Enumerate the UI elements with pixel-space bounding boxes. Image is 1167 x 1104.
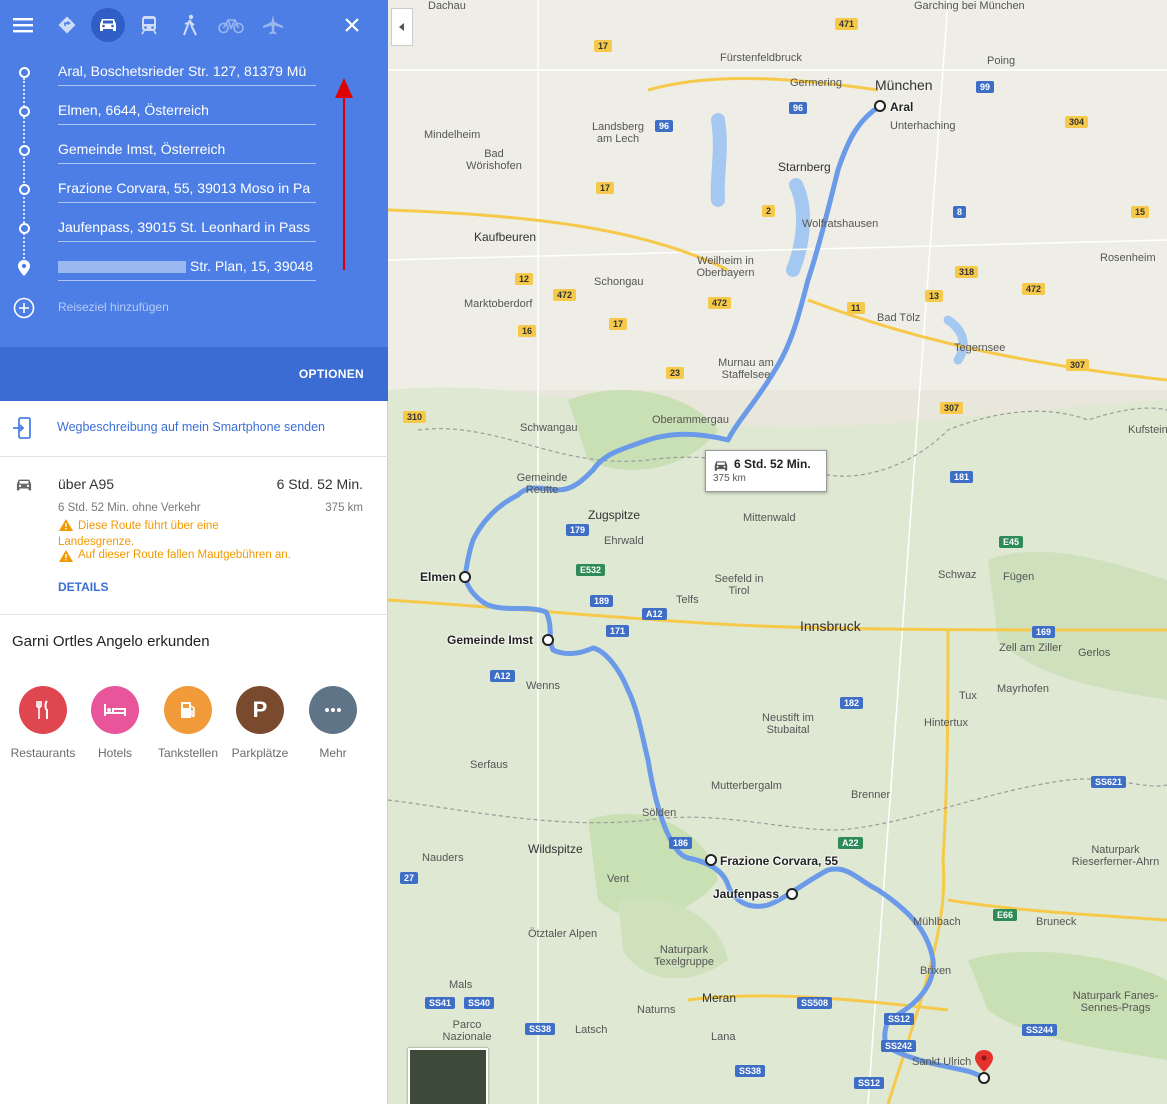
stop-marker (19, 184, 30, 195)
category-restaurants[interactable]: Restaurants (3, 746, 83, 760)
stop-label-imst: Gemeinde Imst (447, 633, 534, 647)
route-stop-marker[interactable] (786, 888, 798, 900)
add-circle-icon[interactable] (13, 297, 35, 319)
menu-icon[interactable] (6, 8, 40, 42)
route-stop-marker[interactable] (705, 854, 717, 866)
stop-label-corvara: Frazione Corvara, 55 (720, 854, 839, 868)
route-no-traffic: 6 Std. 52 Min. ohne Verkehr (58, 502, 201, 514)
route-via[interactable]: über A95 (58, 476, 114, 492)
route-warning-border: Diese Route führt über eine Landesgrenze… (58, 520, 219, 548)
car-icon (16, 479, 32, 491)
travel-mode-bar (0, 0, 388, 50)
transit-icon[interactable] (132, 8, 166, 42)
divider (0, 614, 388, 615)
gas-station-icon[interactable] (164, 686, 212, 734)
hotel-icon[interactable] (91, 686, 139, 734)
stop-input-1[interactable]: Aral, Boschetsrieder Str. 127, 81379 Mü (58, 63, 316, 86)
stop-label-aral: Aral (890, 100, 914, 114)
stop-input-3[interactable]: Gemeinde Imst, Österreich (58, 141, 316, 164)
route-box-duration: 6 Std. 52 Min. (734, 457, 811, 471)
car-icon (714, 461, 728, 471)
stop-label-elmen: Elmen (420, 570, 457, 584)
walking-icon[interactable] (173, 8, 207, 42)
route-info-box[interactable]: 6 Std. 52 Min. 375 km (705, 450, 827, 492)
stop-label-jaufenpass: Jaufenpass (713, 887, 780, 901)
route-duration: 6 Std. 52 Min. (276, 476, 363, 492)
warning-icon (59, 550, 73, 562)
details-link[interactable]: DETAILS (58, 580, 108, 594)
stop-marker (19, 67, 30, 78)
route-stop-marker[interactable] (459, 571, 471, 583)
explore-title: Garni Ortles Angelo erkunden (12, 633, 210, 650)
route-stops-layer (459, 100, 993, 1084)
category-hotels[interactable]: Hotels (75, 746, 155, 760)
destination-pin-icon (18, 260, 30, 276)
parking-icon[interactable]: P (236, 686, 284, 734)
route-box-distance: 375 km (713, 473, 746, 484)
blurred-text (58, 261, 186, 274)
options-bar: OPTIONEN (0, 347, 388, 401)
close-icon[interactable] (335, 8, 369, 42)
directions-panel: Aral, Boschetsrieder Str. 127, 81379 Mü … (0, 0, 388, 1104)
stop-input-5[interactable]: Jaufenpass, 39015 St. Leonhard in Pass (58, 219, 316, 242)
restaurant-icon[interactable] (19, 686, 67, 734)
stop-marker (19, 145, 30, 156)
stop-marker (19, 223, 30, 234)
send-to-phone-link[interactable]: Wegbeschreibung auf mein Smartphone send… (57, 420, 325, 434)
destination-pin-icon[interactable] (975, 1050, 993, 1072)
category-parking[interactable]: Parkplätze (220, 746, 300, 760)
options-button[interactable]: OPTIONEN (299, 367, 364, 381)
category-more[interactable]: Mehr (293, 746, 373, 760)
stop-input-6-text: Str. Plan, 15, 39048 (190, 258, 313, 274)
directions-best-icon[interactable] (50, 8, 84, 42)
bicycle-icon[interactable] (214, 8, 248, 42)
stop-input-2[interactable]: Elmen, 6644, Österreich (58, 102, 316, 125)
route-warning-toll: Auf dieser Route fallen Mautgebühren an. (78, 549, 291, 561)
satellite-layer-thumbnail[interactable] (408, 1048, 488, 1104)
map-canvas[interactable]: München Dachau Garching bei München Fürs… (388, 0, 1167, 1104)
stop-input-6[interactable]: Str. Plan, 15, 39048 (58, 258, 316, 281)
route-stop-marker[interactable] (978, 1072, 990, 1084)
annotation-arrow (335, 78, 353, 270)
divider (0, 456, 388, 457)
send-to-phone-icon (13, 417, 31, 439)
more-icon[interactable] (309, 686, 357, 734)
add-destination-link[interactable]: Reiseziel hinzufügen (58, 300, 169, 314)
route-stop-marker[interactable] (874, 100, 886, 112)
stop-input-4[interactable]: Frazione Corvara, 55, 39013 Moso in Pa (58, 180, 316, 203)
route-stop-marker[interactable] (542, 634, 554, 646)
car-icon[interactable] (91, 8, 125, 42)
route-distance: 375 km (325, 502, 363, 514)
stop-marker (19, 106, 30, 117)
route-header: Aral, Boschetsrieder Str. 127, 81379 Mü … (0, 0, 388, 347)
category-gas[interactable]: Tankstellen (148, 746, 228, 760)
flight-icon[interactable] (256, 8, 290, 42)
